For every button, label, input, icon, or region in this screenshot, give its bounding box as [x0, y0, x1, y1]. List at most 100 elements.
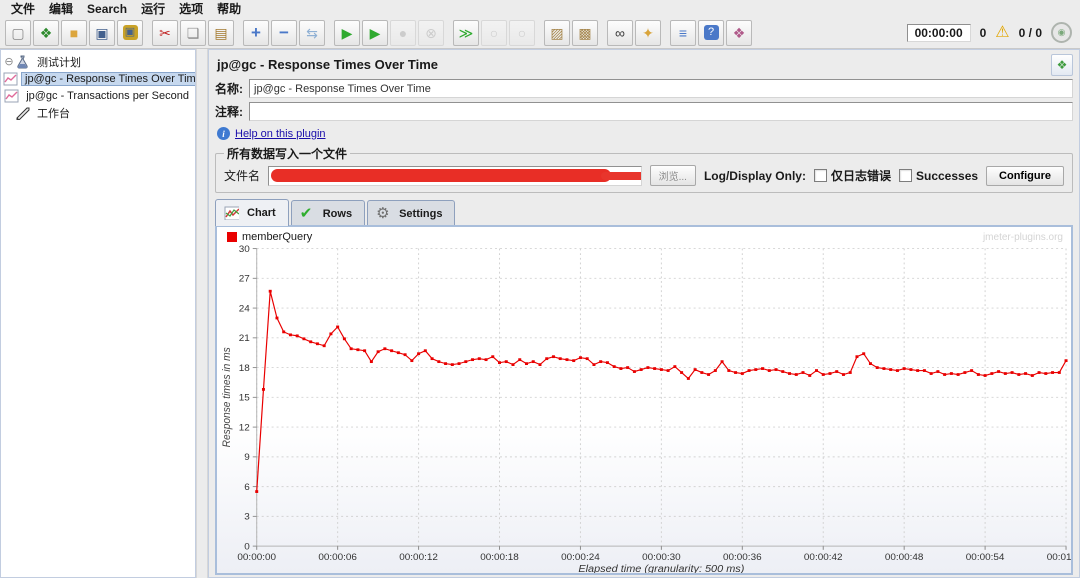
info-icon: i: [217, 127, 230, 140]
tree-item-workbench[interactable]: 工作台: [3, 104, 193, 121]
filename-input[interactable]: Test3.jtl: [268, 165, 642, 186]
svg-text:00:00:36: 00:00:36: [723, 552, 762, 563]
listener-panel: jp@gc - Response Times Over Time ❖ 名称: j…: [208, 49, 1080, 578]
svg-text:15: 15: [239, 393, 250, 404]
app-body: ⊖ 测试计划 jp@gc - Response Times Over Time jp@…: [0, 49, 1080, 578]
errors-checkbox[interactable]: [813, 169, 827, 182]
remote-stop-all-icon: ○: [481, 19, 507, 46]
maximize-panel-button[interactable]: ❖: [1051, 54, 1073, 76]
tree-item-response-times-label: jp@gc - Response Times Over Time: [21, 71, 195, 86]
save-as-icon[interactable]: ▣: [117, 19, 143, 46]
file-row: 文件名 Test3.jtl 浏览... Log/Display Only: 仅日…: [224, 165, 1064, 186]
clear-search-icon[interactable]: ✦: [635, 19, 661, 46]
help-row: i Help on this plugin: [217, 127, 1073, 140]
tab-rows[interactable]: ✔ Rows: [290, 200, 366, 226]
svg-text:00:01:00: 00:01:00: [1047, 552, 1071, 563]
panel-title: jp@gc - Response Times Over Time: [217, 57, 438, 72]
svg-text:27: 27: [239, 274, 250, 285]
start-no-timers-icon[interactable]: ▶: [362, 19, 388, 46]
search-icon[interactable]: ∞: [607, 19, 633, 46]
save-icon[interactable]: ▣: [89, 19, 115, 46]
paste-icon[interactable]: ▤: [208, 19, 234, 46]
add-icon[interactable]: +: [243, 19, 269, 46]
cut-icon[interactable]: ✂: [152, 19, 178, 46]
svg-text:0: 0: [244, 542, 250, 553]
name-row: 名称: jp@gc - Response Times Over Time: [215, 79, 1073, 98]
svg-text:00:00:54: 00:00:54: [966, 552, 1005, 563]
graph-listener-icon: [4, 89, 19, 103]
help-icon[interactable]: ?: [698, 19, 724, 46]
threads-indicator-icon: ◉: [1051, 22, 1072, 43]
menu-search[interactable]: Search: [80, 1, 134, 17]
errors-checkbox-wrap: 仅日志错误: [813, 167, 891, 184]
svg-text:21: 21: [239, 333, 250, 344]
tree-expander[interactable]: ⊖: [3, 55, 15, 68]
svg-text:00:00:00: 00:00:00: [237, 552, 276, 563]
svg-text:12: 12: [239, 423, 250, 434]
svg-text:00:00:06: 00:00:06: [318, 552, 357, 563]
write-results-group-title: 所有数据写入一个文件: [227, 147, 348, 161]
tree-item-test-plan[interactable]: ⊖ 测试计划: [3, 53, 193, 70]
active-threads-count: 0 / 0: [1018, 25, 1042, 40]
successes-checkbox[interactable]: [898, 169, 912, 182]
menu-file[interactable]: 文件: [4, 0, 42, 18]
toolbar-status: 00:00:00 0 ⚠ 0 / 0 ◉: [906, 22, 1076, 43]
remote-shutdown-all-icon: ○: [509, 19, 535, 46]
new-file-icon[interactable]: ▢: [5, 19, 31, 46]
svg-text:24: 24: [239, 304, 251, 315]
redaction-scribble: [271, 168, 641, 182]
errors-checkbox-label: 仅日志错误: [830, 169, 891, 183]
remote-start-all-icon[interactable]: ≫: [453, 19, 479, 46]
successes-checkbox-label: Successes: [915, 168, 979, 183]
check-icon: ✔: [299, 205, 313, 222]
legend-swatch: [227, 232, 237, 242]
function-helper-icon[interactable]: ≡: [670, 19, 696, 46]
response-times-chart: 0 3 6 9 12 15 18 21 24 27 30 00:00:00 00:00:06 00:00:…: [217, 243, 1071, 573]
copy-icon[interactable]: ❏: [180, 19, 206, 46]
svg-text:Response times in ms: Response times in ms: [221, 347, 233, 448]
save-as-icon-glyph: ▣: [122, 25, 138, 40]
tree-item-response-times[interactable]: jp@gc - Response Times Over Time: [3, 70, 195, 87]
workbench-icon: [15, 106, 30, 120]
svg-text:00:00:30: 00:00:30: [642, 552, 681, 563]
svg-text:6: 6: [244, 482, 250, 493]
error-warning-count: 0: [979, 25, 987, 40]
toolbar-extra-icon[interactable]: ❖: [726, 19, 752, 46]
tab-chart[interactable]: Chart: [215, 199, 289, 226]
browse-button[interactable]: 浏览...: [649, 165, 696, 186]
clear-icon[interactable]: ▨: [544, 19, 570, 46]
chart-icon: [224, 206, 241, 221]
panel-splitter[interactable]: [196, 49, 208, 578]
menu-edit[interactable]: 编辑: [42, 0, 80, 18]
help-plugin-link[interactable]: Help on this plugin: [235, 128, 326, 140]
comments-input[interactable]: [249, 102, 1073, 121]
svg-text:3: 3: [244, 512, 250, 523]
open-folder-icon[interactable]: ■: [61, 19, 87, 46]
remove-icon[interactable]: −: [271, 19, 297, 46]
tree-item-transactions[interactable]: jp@gc - Transactions per Second: [3, 87, 193, 104]
filename-label: 文件名: [224, 169, 261, 183]
start-icon[interactable]: ▶: [334, 19, 360, 46]
menu-bar: 文件 编辑 Search 运行 选项 帮助: [0, 0, 1080, 17]
tab-chart-label: Chart: [247, 207, 276, 219]
tab-settings[interactable]: ⚙ Settings: [367, 200, 456, 226]
tab-rows-label: Rows: [322, 207, 353, 220]
elapsed-timer[interactable]: 00:00:00: [906, 23, 971, 42]
menu-help[interactable]: 帮助: [210, 0, 248, 18]
warning-icon[interactable]: ⚠: [995, 24, 1009, 41]
tab-bar: Chart ✔ Rows ⚙ Settings: [215, 199, 1073, 226]
jmeter-window: 文件 编辑 Search 运行 选项 帮助 ▢ ❖ ■ ▣ ▣ ✂ ❏ ▤ + − ⇆ ▶ ▶ ● ⊗ ≫ ○ ○ ▨ ▩ ∞ ✦ ≡…: [0, 0, 1080, 578]
templates-icon[interactable]: ❖: [33, 19, 59, 46]
gear-icon: ⚙: [376, 205, 390, 222]
menu-options[interactable]: 选项: [172, 0, 210, 18]
svg-text:00:00:42: 00:00:42: [804, 552, 843, 563]
toolbar: ▢ ❖ ■ ▣ ▣ ✂ ❏ ▤ + − ⇆ ▶ ▶ ● ⊗ ≫ ○ ○ ▨ ▩ ∞ ✦ ≡? ❖ 00:00:00 0 ⚠ 0…: [0, 17, 1080, 49]
toolbar-buttons: ▢ ❖ ■ ▣ ▣ ✂ ❏ ▤ + − ⇆ ▶ ▶ ● ⊗ ≫ ○ ○ ▨ ▩ ∞ ✦ ≡? ❖: [4, 19, 753, 46]
menu-run[interactable]: 运行: [134, 0, 172, 18]
name-input[interactable]: jp@gc - Response Times Over Time: [249, 79, 1073, 98]
configure-button[interactable]: Configure: [986, 165, 1064, 186]
stop-icon: ●: [390, 19, 416, 46]
toggle-icon[interactable]: ⇆: [299, 19, 325, 46]
clear-all-icon[interactable]: ▩: [572, 19, 598, 46]
svg-text:18: 18: [239, 363, 250, 374]
